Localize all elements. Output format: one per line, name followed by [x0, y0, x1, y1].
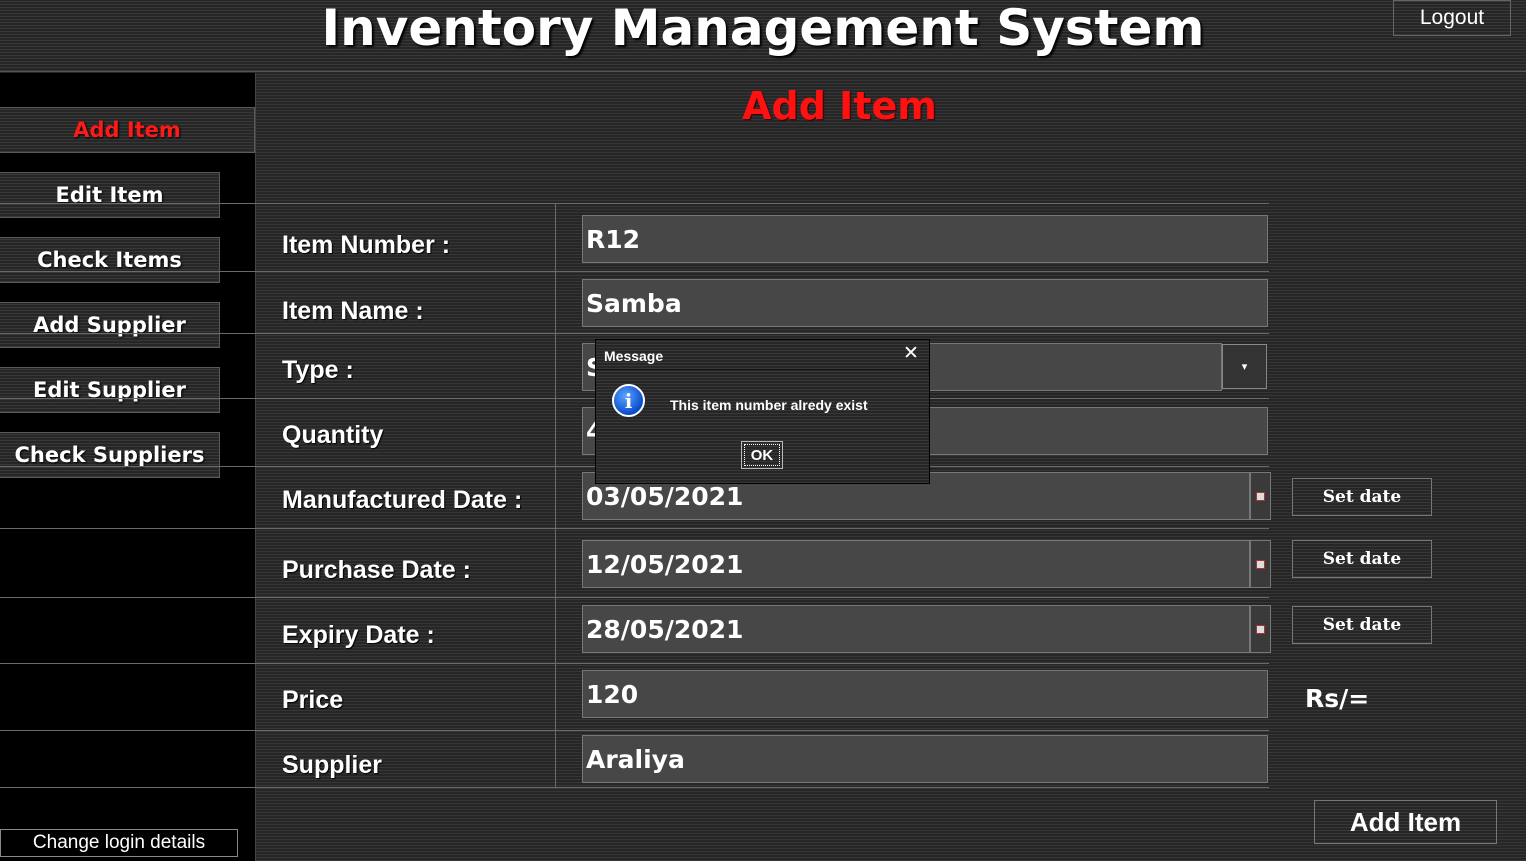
ok-button[interactable]: OK: [741, 441, 783, 469]
sidebar-item-add-supplier[interactable]: Add Supplier: [0, 302, 220, 348]
purchase-date-label: Purchase Date :: [282, 556, 471, 584]
add-item-button[interactable]: Add Item: [1314, 800, 1497, 844]
item-name-label: Item Name :: [282, 297, 424, 325]
item-name-field[interactable]: Samba: [582, 279, 1268, 327]
dialog-title-bar[interactable]: Message ✕: [596, 340, 929, 370]
set-purchase-date-button[interactable]: Set date: [1292, 540, 1432, 578]
divider: [555, 203, 556, 787]
supplier-label: Supplier: [282, 751, 383, 779]
currency-label: Rs/=: [1305, 684, 1370, 713]
purchase-date-field[interactable]: 12/05/2021: [582, 540, 1250, 588]
divider: [0, 271, 1269, 272]
expiry-date-field[interactable]: 28/05/2021: [582, 605, 1250, 653]
close-icon[interactable]: ✕: [900, 342, 922, 366]
sidebar-item-check-items[interactable]: Check Items: [0, 237, 220, 283]
divider: [0, 333, 1269, 334]
change-login-button[interactable]: Change login details: [0, 829, 238, 857]
calendar-icon[interactable]: [1250, 540, 1271, 588]
header-bar: Inventory Management System Logout: [0, 0, 1526, 72]
supplier-field[interactable]: Araliya: [582, 735, 1268, 783]
app-title: Inventory Management System: [321, 0, 1205, 57]
expiry-date-label: Expiry Date :: [282, 621, 435, 649]
set-manufactured-date-button[interactable]: Set date: [1292, 478, 1432, 516]
item-number-label: Item Number :: [282, 231, 451, 259]
sidebar-item-edit-item[interactable]: Edit Item: [0, 172, 220, 218]
type-label: Type :: [282, 356, 354, 384]
manufactured-date-label: Manufactured Date :: [282, 486, 523, 514]
logout-button[interactable]: Logout: [1393, 0, 1511, 36]
sidebar-item-edit-supplier[interactable]: Edit Supplier: [0, 367, 220, 413]
sidebar: Add Item Edit Item Check Items Add Suppl…: [0, 73, 256, 861]
info-icon: i: [612, 384, 645, 417]
sidebar-item-check-suppliers[interactable]: Check Suppliers: [0, 432, 220, 478]
price-field[interactable]: 120: [582, 670, 1268, 718]
price-label: Price: [282, 686, 344, 714]
divider: [0, 203, 1269, 204]
dialog-message: This item number alredy exist: [670, 397, 868, 413]
divider: [0, 528, 1269, 529]
chevron-down-icon[interactable]: ▾: [1222, 344, 1267, 389]
calendar-icon[interactable]: [1250, 605, 1271, 653]
divider: [0, 787, 1269, 788]
dialog-title: Message: [604, 348, 664, 364]
calendar-icon[interactable]: [1250, 472, 1271, 520]
quantity-label: Quantity: [282, 421, 384, 449]
message-dialog: Message ✕ i This item number alredy exis…: [595, 339, 930, 484]
set-expiry-date-button[interactable]: Set date: [1292, 606, 1432, 644]
divider: [0, 597, 1269, 598]
sidebar-item-add-item[interactable]: Add Item: [0, 107, 255, 153]
page-title: Add Item: [742, 84, 937, 128]
divider: [0, 663, 1269, 664]
item-number-field[interactable]: R12: [582, 215, 1268, 263]
divider: [0, 730, 1269, 731]
